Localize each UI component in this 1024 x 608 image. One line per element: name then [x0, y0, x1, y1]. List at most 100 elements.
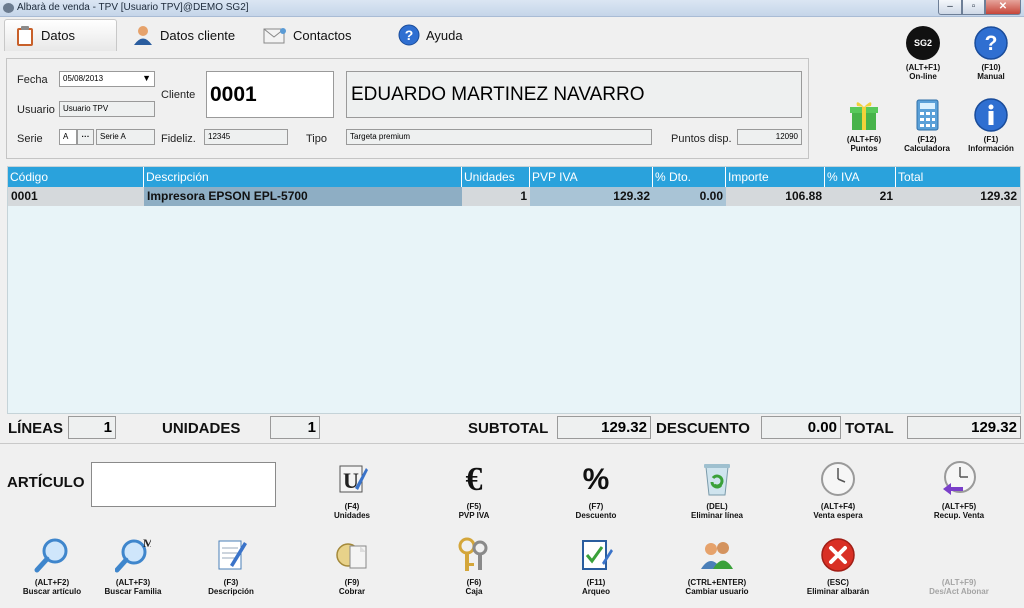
button-label: Venta espera: [813, 511, 863, 520]
fecha-date-picker[interactable]: 05/08/2013 ▼: [59, 71, 155, 87]
unidades-button[interactable]: U (F4) Unidades: [297, 460, 407, 520]
sg2-logo-text: SG2: [913, 37, 932, 48]
manual-button[interactable]: ? (F10) Manual: [961, 26, 1021, 81]
tab-contactos[interactable]: Contactos: [263, 19, 352, 51]
tab-label: Ayuda: [426, 27, 463, 43]
descuento-button[interactable]: % (F7) Descuento: [541, 460, 651, 520]
cell-total: 129.32: [896, 187, 1020, 206]
button-label: Cobrar: [338, 587, 366, 596]
button-label: Des/Act Abonar: [929, 587, 989, 596]
user-icon: [134, 26, 152, 45]
pvp-iva-button[interactable]: € (F5) PVP IVA: [419, 460, 529, 520]
cell-dto: 0.00: [653, 187, 726, 206]
serie-name-field: Serie A: [96, 129, 155, 145]
total-value: 129.32: [907, 416, 1021, 439]
keys-icon: [455, 536, 493, 574]
column-header-total[interactable]: Total: [896, 167, 1020, 187]
fideliz-field: 12345: [204, 129, 288, 145]
tab-ayuda[interactable]: ? Ayuda: [398, 19, 463, 51]
table-row[interactable]: 0001 Impresora EPSON EPL-5700 1 129.32 0…: [8, 187, 1020, 206]
notepad-pencil-icon: [212, 536, 250, 574]
cell-iva: 21: [825, 187, 896, 206]
cell-pvp-iva: 129.32: [530, 187, 653, 206]
svg-text:U: U: [343, 468, 359, 493]
button-key: (ALT+F3): [115, 578, 151, 587]
descuento-label: DESCUENTO: [656, 420, 750, 437]
descripcion-button[interactable]: (F3) Descripción: [176, 536, 286, 596]
column-header-importe[interactable]: Importe: [726, 167, 825, 187]
column-header-unidades[interactable]: Unidades: [462, 167, 530, 187]
clock-icon: [819, 460, 857, 498]
subtotal-label: SUBTOTAL: [468, 420, 549, 437]
cobrar-button[interactable]: (F9) Cobrar: [297, 536, 407, 596]
tipo-label: Tipo: [306, 133, 327, 145]
help-icon: ?: [974, 26, 1008, 60]
euro-icon: €: [465, 460, 483, 498]
coins-icon: [333, 536, 371, 574]
button-key: (F12): [917, 135, 937, 144]
cell-descripcion: Impresora EPSON EPL-5700: [144, 187, 462, 206]
tab-datos-cliente[interactable]: Datos cliente: [132, 19, 235, 51]
button-key: (ALT+F4): [820, 502, 856, 511]
fecha-value: 05/08/2013: [63, 74, 104, 83]
tab-label: Datos: [41, 28, 75, 43]
cell-importe: 106.88: [726, 187, 825, 206]
articulo-input[interactable]: [91, 462, 276, 507]
button-label: Eliminar línea: [690, 511, 744, 520]
column-header-pvp-iva[interactable]: PVP IVA: [530, 167, 653, 187]
button-key: (F10): [981, 63, 1001, 72]
tab-datos[interactable]: Datos: [4, 19, 117, 51]
grid-header: Código Descripción Unidades PVP IVA % Dt…: [8, 167, 1020, 187]
eliminar-albaran-button[interactable]: (ESC) Eliminar albarán: [783, 536, 893, 596]
button-key: (F3): [223, 578, 239, 587]
column-header-dto[interactable]: % Dto.: [653, 167, 726, 187]
informacion-button[interactable]: (F1) Información: [961, 98, 1021, 153]
lines-grid[interactable]: Código Descripción Unidades PVP IVA % Dt…: [7, 166, 1021, 414]
buscar-familia-button[interactable]: M (ALT+F3) Buscar Familia: [78, 536, 188, 596]
button-label: Caja: [465, 587, 483, 596]
subtotal-value: 129.32: [557, 416, 651, 439]
column-header-codigo[interactable]: Código: [8, 167, 144, 187]
unidades-label: UNIDADES: [162, 420, 241, 437]
serie-code-field[interactable]: A: [59, 129, 77, 145]
calculadora-button[interactable]: (F12) Calculadora: [897, 98, 957, 153]
eliminar-linea-button[interactable]: (DEL) Eliminar línea: [662, 460, 772, 520]
svg-text:?: ?: [985, 32, 998, 55]
chevron-down-icon: ▼: [142, 73, 151, 83]
venta-espera-button[interactable]: (ALT+F4) Venta espera: [783, 460, 893, 520]
arqueo-button[interactable]: (F11) Arqueo: [541, 536, 651, 596]
cliente-code-input[interactable]: 0001: [206, 71, 334, 118]
button-label: Información: [968, 144, 1014, 153]
delete-red-icon: [819, 536, 857, 574]
button-key: (F9): [344, 578, 360, 587]
caja-button[interactable]: (F6) Caja: [419, 536, 529, 596]
cliente-label: Cliente: [161, 89, 196, 101]
serie-browse-button[interactable]: ···: [77, 129, 94, 145]
button-key: (F4): [344, 502, 360, 511]
descuento-value: 0.00: [761, 416, 841, 439]
column-header-descripcion[interactable]: Descripción: [144, 167, 462, 187]
online-button[interactable]: SG2 (ALT+F1) On-line: [893, 26, 953, 81]
checklist-icon: [577, 536, 615, 574]
app-icon: [3, 3, 14, 13]
puntos-button[interactable]: (ALT+F6) Puntos: [834, 98, 894, 153]
button-label: Cambiar usuario: [685, 587, 749, 596]
users-icon: [698, 536, 736, 574]
minimize-button[interactable]: –: [938, 0, 962, 15]
cambiar-usuario-button[interactable]: (CTRL+ENTER) Cambiar usuario: [662, 536, 772, 596]
close-button[interactable]: ✕: [985, 0, 1021, 15]
button-label: Descripción: [208, 587, 254, 596]
button-label: Eliminar albarán: [806, 587, 870, 596]
des-act-abonar-button[interactable]: (ALT+F9) Des/Act Abonar: [904, 536, 1014, 596]
button-key: (F6): [466, 578, 482, 587]
recup-venta-button[interactable]: (ALT+F5) Recup. Venta: [904, 460, 1014, 520]
recycle-bin-icon: [698, 460, 736, 498]
button-key: (ESC): [827, 578, 849, 587]
column-header-iva[interactable]: % IVA: [825, 167, 896, 187]
cell-unidades: 1: [462, 187, 530, 206]
clock-back-icon: [940, 460, 978, 498]
document-header-panel: Fecha 05/08/2013 ▼ Usuario Usuario TPV S…: [6, 58, 809, 159]
clipboard-icon: [17, 25, 33, 46]
maximize-button[interactable]: ▫: [962, 0, 985, 15]
button-key: (F1): [983, 135, 999, 144]
